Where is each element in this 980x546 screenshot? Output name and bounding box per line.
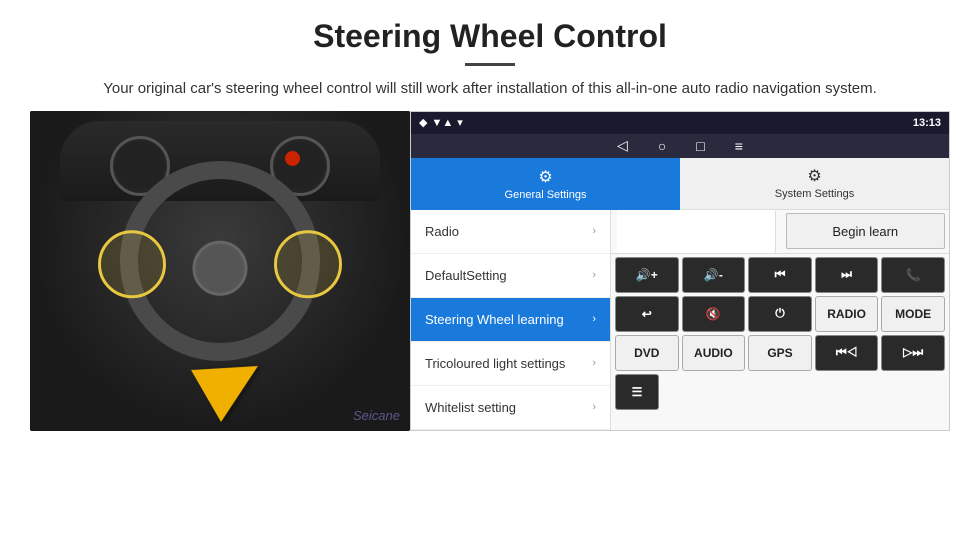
mute-icon: 🔇 [706, 307, 721, 321]
prev2-icon: ⏮◁ [836, 345, 858, 360]
begin-learn-button[interactable]: Begin learn [786, 213, 946, 249]
steering-wheel-image: Seicane [30, 111, 410, 431]
audio-button[interactable]: AUDIO [682, 335, 746, 371]
page-title: Steering Wheel Control [40, 18, 940, 55]
menu-item-tricoloured[interactable]: Tricoloured light settings › [411, 342, 610, 386]
chevron-icon: › [592, 357, 596, 369]
right-button-group [274, 230, 342, 298]
dvd-button[interactable]: DVD [615, 335, 679, 371]
menu-item-whitelist[interactable]: Whitelist setting › [411, 386, 610, 430]
call-button[interactable]: ↩ [615, 296, 679, 332]
vol-up-button[interactable]: 🔊+ [615, 257, 679, 293]
menu-item-whitelist-label: Whitelist setting [425, 400, 516, 415]
mode-label: MODE [895, 307, 931, 321]
page-subtitle: Your original car's steering wheel contr… [80, 78, 900, 101]
chevron-icon: › [592, 269, 596, 281]
menu-item-steering[interactable]: Steering Wheel learning › [411, 298, 610, 342]
mode-button[interactable]: MODE [881, 296, 945, 332]
prev-track-icon: ⏮ [775, 267, 786, 282]
controls-row-1: 🔊+ 🔊- ⏮ ⏭ 📞 [615, 257, 945, 293]
status-icons: ◆ ▼▲ ▾ [419, 116, 463, 129]
signal-icon: ▼▲ [431, 117, 453, 129]
title-divider [465, 63, 515, 66]
controls-grid: 🔊+ 🔊- ⏮ ⏭ 📞 ↩ 🔇 ⏻ RADIO MODE [611, 254, 949, 413]
right-top: Begin learn [611, 210, 949, 254]
page-header: Steering Wheel Control Your original car… [0, 0, 980, 111]
menu-item-defaultsetting-label: DefaultSetting [425, 268, 507, 283]
call-icon: ↩ [642, 307, 652, 321]
home-icon[interactable]: ○ [658, 138, 666, 154]
recent-icon[interactable]: □ [696, 138, 704, 154]
right-panel: Begin learn 🔊+ 🔊- ⏮ ⏭ 📞 ↩ 🔇 [611, 210, 949, 430]
radio-label: RADIO [827, 307, 866, 321]
nav-bar: ◁ ○ □ ≡ [411, 134, 949, 158]
gps-button[interactable]: GPS [748, 335, 812, 371]
wifi-icon: ▾ [457, 116, 463, 129]
dvd-label: DVD [634, 346, 659, 360]
mute-button[interactable]: 🔇 [682, 296, 746, 332]
prev-track-button[interactable]: ⏮ [748, 257, 812, 293]
vol-down-button[interactable]: 🔊- [682, 257, 746, 293]
general-settings-icon: ⚙ [538, 167, 552, 187]
next2-icon: ▷⏭ [903, 345, 923, 360]
content-area: Seicane ◆ ▼▲ ▾ 13:13 ◁ ○ □ ≡ ⚙ General S… [0, 111, 980, 441]
back-icon[interactable]: ◁ [617, 137, 628, 154]
menu-item-tricoloured-label: Tricoloured light settings [425, 356, 565, 371]
power-button[interactable]: ⏻ [748, 296, 812, 332]
status-bar: ◆ ▼▲ ▾ 13:13 [411, 112, 949, 134]
next2-button[interactable]: ▷⏭ [881, 335, 945, 371]
menu-item-steering-label: Steering Wheel learning [425, 312, 564, 327]
tab-system[interactable]: ⚙ System Settings [680, 158, 949, 210]
phone-button[interactable]: 📞 [881, 257, 945, 293]
next-track-icon: ⏭ [841, 267, 852, 282]
menu-item-defaultsetting[interactable]: DefaultSetting › [411, 254, 610, 298]
chevron-icon: › [592, 313, 596, 325]
system-settings-icon: ⚙ [807, 166, 821, 186]
left-button-group [98, 230, 166, 298]
tab-general[interactable]: ⚙ General Settings [411, 158, 680, 210]
radio-button[interactable]: RADIO [815, 296, 879, 332]
tab-bar: ⚙ General Settings ⚙ System Settings [411, 158, 949, 210]
system-settings-label: System Settings [775, 188, 854, 200]
power-icon: ⏻ [775, 306, 785, 321]
vol-down-icon: 🔊- [704, 268, 723, 282]
android-panel: ◆ ▼▲ ▾ 13:13 ◁ ○ □ ≡ ⚙ General Settings … [410, 111, 950, 431]
arrow-icon [191, 340, 273, 422]
prev2-button[interactable]: ⏮◁ [815, 335, 879, 371]
audio-label: AUDIO [694, 346, 733, 360]
menu-button[interactable]: ☰ [615, 374, 659, 410]
gps-icon: ◆ [419, 116, 427, 129]
menu-item-radio[interactable]: Radio › [411, 210, 610, 254]
controls-row-3: DVD AUDIO GPS ⏮◁ ▷⏭ [615, 335, 945, 371]
gps-label: GPS [767, 346, 792, 360]
controls-row-4: ☰ [615, 374, 945, 410]
controls-row-2: ↩ 🔇 ⏻ RADIO MODE [615, 296, 945, 332]
general-settings-label: General Settings [505, 189, 587, 201]
left-menu: Radio › DefaultSetting › Steering Wheel … [411, 210, 611, 430]
next-track-button[interactable]: ⏭ [815, 257, 879, 293]
chevron-icon: › [592, 401, 596, 413]
blank-input-area [617, 210, 776, 253]
steering-wheel-center [193, 240, 248, 295]
status-time: 13:13 [913, 117, 941, 129]
vol-up-icon: 🔊+ [636, 268, 658, 282]
menu-item-radio-label: Radio [425, 224, 459, 239]
watermark: Seicane [353, 408, 400, 423]
menu-icon[interactable]: ≡ [735, 138, 743, 154]
chevron-icon: › [592, 225, 596, 237]
red-indicator [285, 151, 300, 166]
android-main: Radio › DefaultSetting › Steering Wheel … [411, 210, 949, 430]
menu-icon: ☰ [632, 385, 643, 399]
phone-icon: 📞 [906, 268, 921, 282]
arrow-container [202, 351, 262, 411]
